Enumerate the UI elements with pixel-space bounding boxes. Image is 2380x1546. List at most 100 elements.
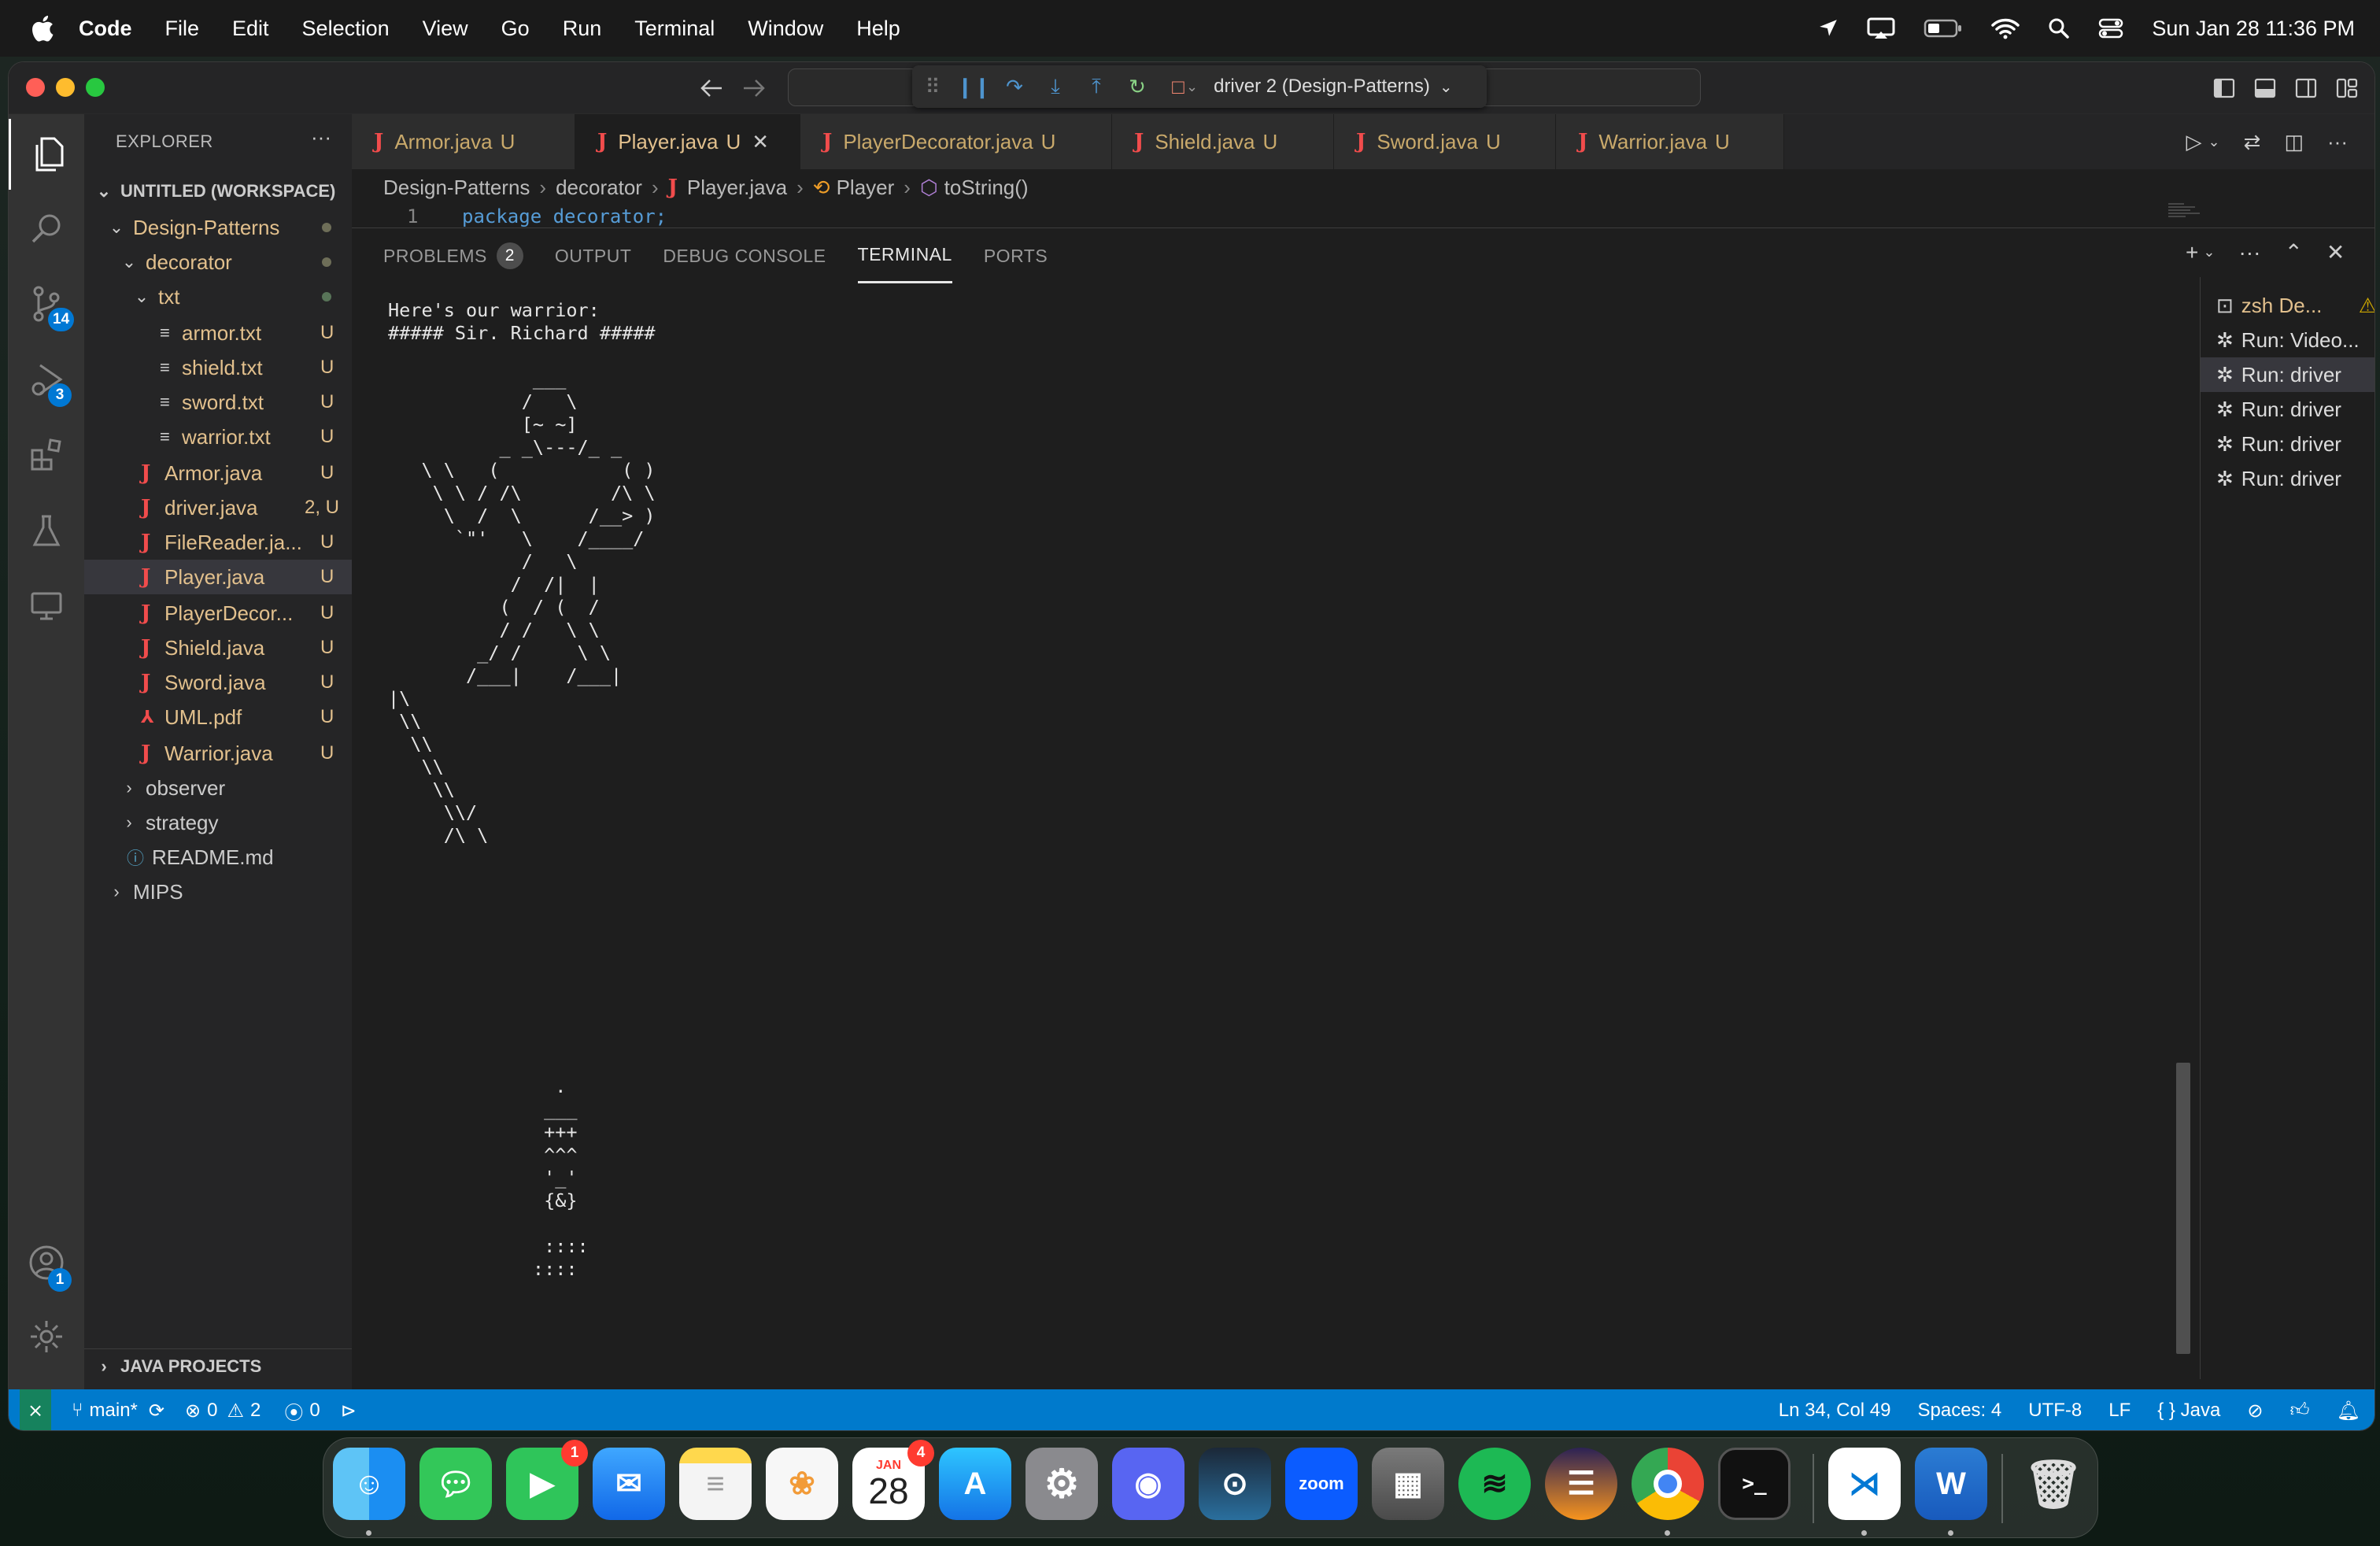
steam-icon[interactable]: ⊙: [1199, 1448, 1271, 1520]
sync-icon[interactable]: ⟳: [149, 1400, 164, 1422]
photos-icon[interactable]: ❀: [766, 1448, 838, 1520]
toggle-secondary-sidebar-icon[interactable]: [2294, 76, 2318, 100]
screen-mirroring-icon[interactable]: [1867, 17, 1895, 39]
close-window-button[interactable]: [26, 78, 45, 97]
file-sword-java[interactable]: J Sword.java U: [84, 665, 352, 700]
tab-armor-java[interactable]: J Armor.java U: [352, 114, 575, 169]
step-out-icon[interactable]: ⤒: [1076, 74, 1117, 99]
editor-code-line[interactable]: 1 package decorator;: [352, 205, 2374, 227]
drag-handle-icon[interactable]: ⠿: [912, 75, 953, 99]
tab-playerdecorator-java[interactable]: J PlayerDecorator.java U: [800, 114, 1112, 169]
search-activity[interactable]: [9, 193, 84, 264]
menu-run[interactable]: Run: [563, 17, 602, 41]
terminal-item-zsh[interactable]: ⊡ zsh De... ⚠: [2201, 288, 2374, 323]
restart-icon[interactable]: ↻: [1117, 75, 1158, 99]
control-center-icon[interactable]: [2098, 17, 2123, 39]
run-dropdown-chevron-icon[interactable]: ⌄: [2208, 134, 2220, 150]
menu-file[interactable]: File: [165, 17, 200, 41]
menu-terminal[interactable]: Terminal: [634, 17, 715, 41]
run-java-icon[interactable]: ▷: [2186, 130, 2202, 154]
terminal-item-run-driver[interactable]: ✲ Run: driver: [2201, 427, 2374, 461]
folder-txt[interactable]: ⌄ txt: [84, 279, 352, 314]
messages-icon[interactable]: 💬︎: [419, 1448, 492, 1520]
vscode-app-icon[interactable]: ⋊: [1828, 1448, 1901, 1520]
warnings-count[interactable]: 2: [250, 1400, 261, 1422]
folder-observer[interactable]: › observer: [84, 771, 352, 805]
debug-session-select[interactable]: driver 2 (Design-Patterns): [1214, 76, 1430, 98]
tab-debug-console[interactable]: DEBUG CONSOLE: [663, 228, 826, 283]
file-armor-txt[interactable]: ≡ armor.txt U: [84, 316, 352, 350]
spotify-icon[interactable]: ≋: [1458, 1448, 1531, 1520]
tab-warrior-java[interactable]: J Warrior.java U: [1556, 114, 1784, 169]
java-projects-header[interactable]: › JAVA PROJECTS: [84, 1348, 352, 1383]
folder-decorator[interactable]: ⌄ decorator: [84, 245, 352, 279]
tab-player-java[interactable]: J Player.java U ✕: [575, 114, 800, 169]
explorer-activity[interactable]: [9, 119, 84, 190]
split-editor-icon[interactable]: ◫: [2284, 130, 2304, 154]
system-settings-icon[interactable]: ⚙: [1026, 1448, 1098, 1520]
menu-edit[interactable]: Edit: [232, 17, 269, 41]
tab-ports[interactable]: PORTS: [984, 228, 1048, 283]
ports-count[interactable]: 0: [309, 1400, 320, 1422]
breadcrumb-method[interactable]: toString(): [944, 176, 1029, 200]
tab-sword-java[interactable]: J Sword.java U: [1334, 114, 1556, 169]
explorer-more-actions-icon[interactable]: ···: [311, 125, 331, 150]
wifi-icon[interactable]: [1991, 17, 2020, 39]
menu-window[interactable]: Window: [748, 17, 823, 41]
customize-layout-icon[interactable]: [2335, 76, 2359, 100]
run-debug-activity[interactable]: 3: [9, 344, 84, 415]
file-encoding[interactable]: UTF-8: [2028, 1400, 2082, 1422]
location-icon[interactable]: [1818, 18, 1839, 39]
file-sword-txt[interactable]: ≡ sword.txt U: [84, 385, 352, 420]
zoom-icon[interactable]: zoom: [1285, 1448, 1358, 1520]
file-readme-md[interactable]: ⓘ README.md: [84, 840, 352, 875]
file-warrior-txt[interactable]: ≡ warrior.txt U: [84, 420, 352, 454]
terminal-item-run-driver[interactable]: ✲ Run: driver: [2201, 461, 2374, 496]
maximize-panel-chevron-up-icon[interactable]: ⌃: [2284, 239, 2302, 265]
workspace-header[interactable]: ⌄ UNTITLED (WORKSPACE): [84, 174, 352, 209]
breadcrumb-class[interactable]: Player: [837, 176, 895, 200]
testing-activity[interactable]: [9, 495, 84, 566]
menu-selection[interactable]: Selection: [302, 17, 390, 41]
tab-shield-java[interactable]: J Shield.java U: [1112, 114, 1334, 169]
cursor-position[interactable]: Ln 34, Col 49: [1779, 1400, 1891, 1422]
git-branch-status[interactable]: main*: [90, 1400, 138, 1422]
file-playerdecorator-java[interactable]: J PlayerDecor... U: [84, 596, 352, 631]
accounts-activity[interactable]: 1: [9, 1227, 84, 1298]
launchpad-icon[interactable]: ▦: [1372, 1448, 1444, 1520]
file-armor-java[interactable]: J Armor.java U: [84, 456, 352, 490]
tab-terminal[interactable]: TERMINAL: [857, 228, 952, 283]
finder-icon[interactable]: ☺: [333, 1448, 405, 1520]
remote-indicator-icon[interactable]: ⨯: [20, 1389, 52, 1430]
debug-status-icon[interactable]: ⊳: [341, 1400, 357, 1422]
terminal-item-run-video[interactable]: ✲ Run: Video...: [2201, 323, 2374, 357]
more-actions-icon[interactable]: ···: [2327, 130, 2348, 154]
forward-arrow-icon[interactable]: [742, 78, 766, 98]
apple-logo-icon[interactable]: [28, 13, 55, 43]
back-arrow-icon[interactable]: [700, 78, 723, 98]
folder-design-patterns[interactable]: ⌄ Design-Patterns: [84, 210, 352, 245]
menu-go[interactable]: Go: [501, 17, 530, 41]
step-into-icon[interactable]: ⤓: [1035, 74, 1076, 99]
trash-icon[interactable]: 🗑︎: [2017, 1448, 2090, 1520]
indentation[interactable]: Spaces: 4: [1918, 1400, 2002, 1422]
minimap[interactable]: [2167, 202, 2214, 226]
source-control-activity[interactable]: 14: [9, 268, 84, 339]
tab-problems[interactable]: PROBLEMS 2: [383, 228, 523, 283]
language-mode[interactable]: Java: [2181, 1400, 2221, 1421]
more-actions-icon[interactable]: ···: [2238, 240, 2260, 265]
errors-count[interactable]: 0: [207, 1400, 217, 1422]
manage-activity[interactable]: [9, 1301, 84, 1372]
tab-output[interactable]: OUTPUT: [555, 228, 632, 283]
file-shield-txt[interactable]: ≡ shield.txt U: [84, 350, 352, 385]
file-shield-java[interactable]: J Shield.java U: [84, 631, 352, 665]
discord-icon[interactable]: ◉: [1112, 1448, 1184, 1520]
zoom-window-button[interactable]: [86, 78, 105, 97]
mail-icon[interactable]: ✉: [593, 1448, 665, 1520]
folder-mips[interactable]: › MIPS: [84, 875, 352, 909]
notes-icon[interactable]: ≡: [679, 1448, 752, 1520]
terminal-item-run-driver[interactable]: ✲ Run: driver: [2201, 357, 2374, 392]
step-over-icon[interactable]: ↷: [994, 75, 1035, 99]
terminal-item-run-driver[interactable]: ✲ Run: driver: [2201, 392, 2374, 427]
terminal-app-icon[interactable]: >_: [1718, 1448, 1791, 1520]
